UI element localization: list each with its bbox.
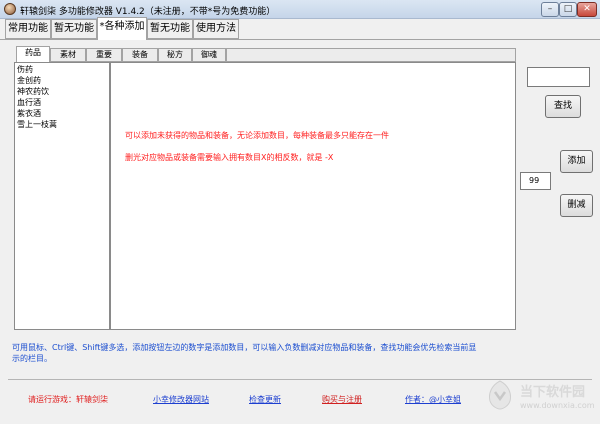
quantity-input[interactable]: 99 <box>520 172 551 190</box>
tab-usage[interactable]: 使用方法 <box>193 19 239 39</box>
add-button[interactable]: 添加 <box>560 150 593 173</box>
list-item[interactable]: 雪上一枝蒿 <box>17 120 57 130</box>
search-input[interactable] <box>527 67 590 87</box>
game-status: 请运行游戏：轩辕剑柒 <box>28 395 108 404</box>
check-update-link[interactable]: 检查更新 <box>249 394 281 405</box>
info-panel: 可以添加未获得的物品和装备，无论添加数目，每种装备最多只能存在一件 删光对应物品… <box>110 62 516 330</box>
tab-recipes[interactable]: 秘方 <box>158 48 192 62</box>
close-button[interactable]: ✕ <box>577 2 597 17</box>
tab-panel-border <box>0 39 600 40</box>
watermark-logo-icon <box>489 380 511 410</box>
info-text-remove: 删光对应物品或装备需要输入拥有数目X的相反数，就是 -X <box>125 153 334 162</box>
hint-line-2: 示的栏目。 <box>12 354 52 363</box>
hint-line-1: 可用鼠标、Ctrl键、Shift键多选，添加按钮左边的数字是添加数目，可以输入负… <box>12 343 477 352</box>
list-item[interactable]: 血行酒 <box>17 98 41 108</box>
tab-no-function-1[interactable]: 暂无功能 <box>51 19 97 39</box>
tab-various-add[interactable]: *各种添加 <box>97 17 147 40</box>
window-title: 轩辕剑柒 多功能修改器 V1.4.2（未注册，不带*号为免费功能） <box>20 7 276 17</box>
info-text-add: 可以添加未获得的物品和装备，无论添加数目，每种装备最多只能存在一件 <box>125 131 389 140</box>
watermark-url: www.downxia.com <box>520 401 595 410</box>
remove-button[interactable]: 删减 <box>560 194 593 217</box>
maximize-button[interactable]: □ <box>559 2 577 17</box>
item-list[interactable]: 伤药 金创药 神农药饮 血行酒 紫衣酒 雪上一枝蒿 <box>14 62 110 330</box>
website-link[interactable]: 小幸修改器网站 <box>153 394 209 405</box>
tab-materials[interactable]: 素材 <box>50 48 86 62</box>
watermark-text: 当下软件园 <box>520 385 586 400</box>
list-item[interactable]: 神农药饮 <box>17 87 49 97</box>
minimize-button[interactable]: – <box>541 2 559 17</box>
list-item[interactable]: 伤药 <box>17 65 33 75</box>
tab-common-functions[interactable]: 常用功能 <box>5 19 51 39</box>
search-button[interactable]: 查找 <box>545 95 581 118</box>
tab-medicine[interactable]: 药品 <box>16 46 50 63</box>
app-icon <box>4 3 16 15</box>
tab-souls[interactable]: 御魂 <box>192 48 226 62</box>
inner-tab-strip-filler <box>226 48 516 62</box>
list-item[interactable]: 紫衣酒 <box>17 109 41 119</box>
list-item[interactable]: 金创药 <box>17 76 41 86</box>
tab-equipment[interactable]: 装备 <box>122 48 158 62</box>
author-link[interactable]: 作者：@小幸姐 <box>405 394 461 405</box>
tab-important[interactable]: 重要 <box>86 48 122 62</box>
tab-no-function-2[interactable]: 暂无功能 <box>147 19 193 39</box>
buy-register-link[interactable]: 购买与注册 <box>322 394 362 405</box>
